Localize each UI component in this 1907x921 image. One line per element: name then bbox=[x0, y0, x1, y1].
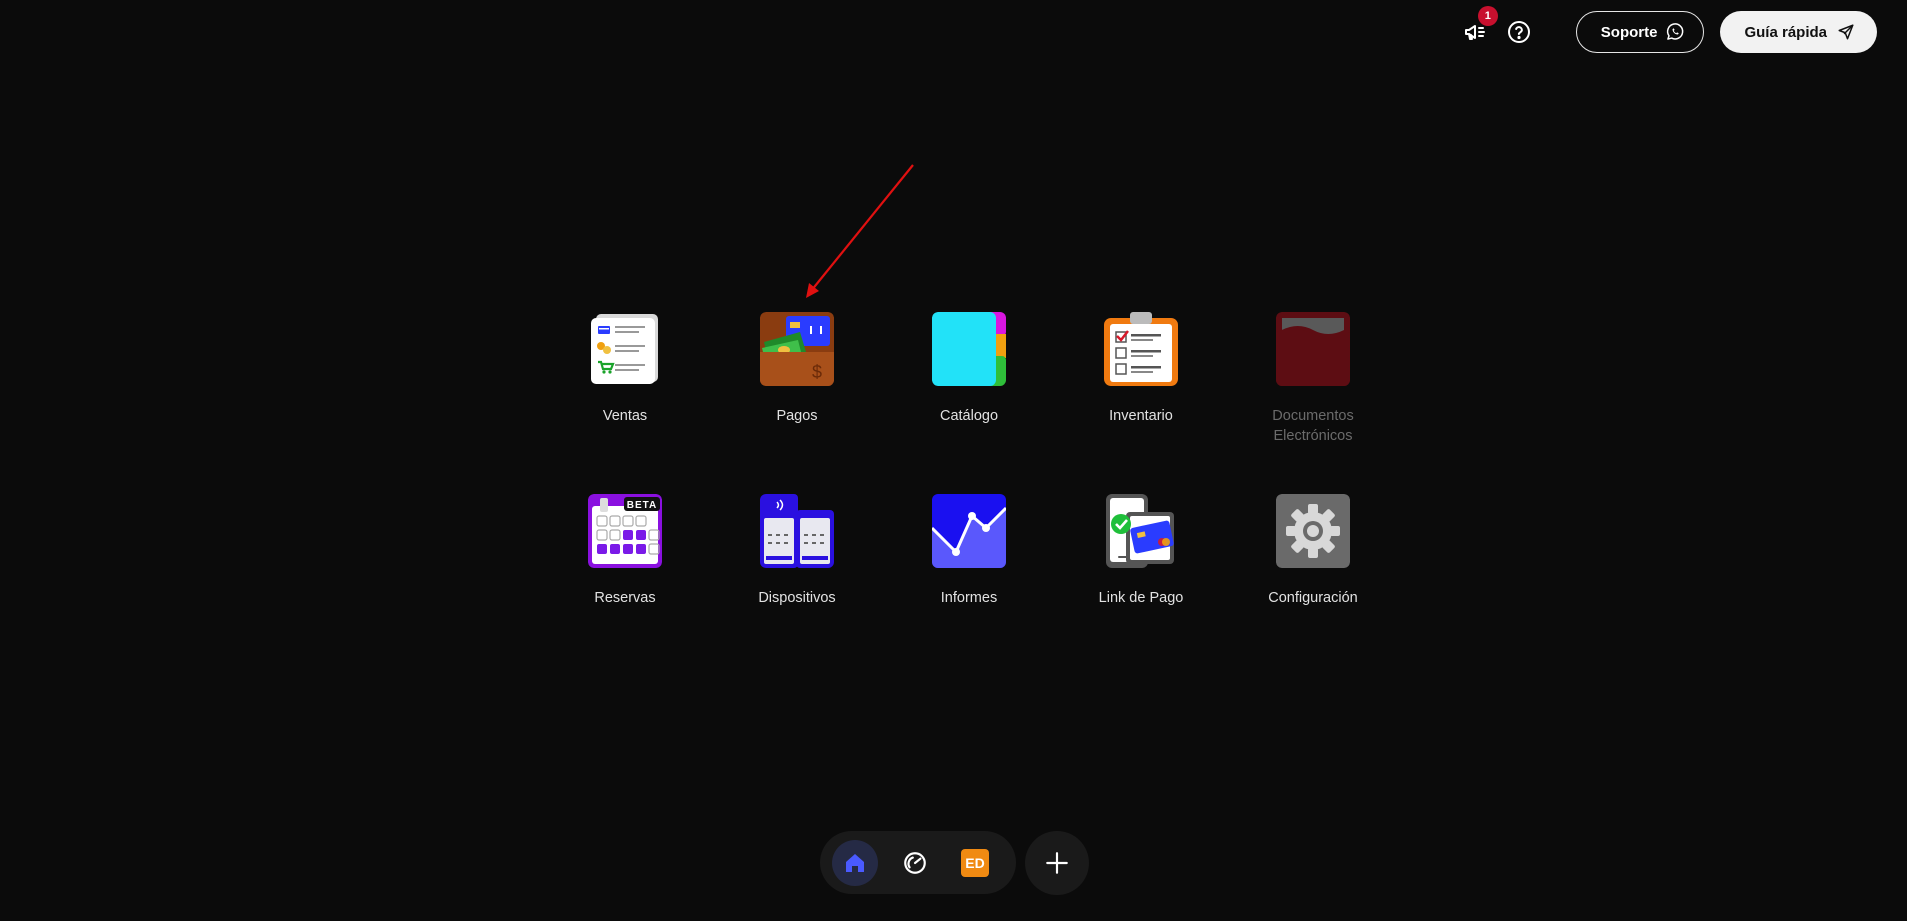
home-icon bbox=[846, 853, 864, 872]
app-tile-reservas[interactable]: BETA Reservas bbox=[539, 494, 711, 608]
app-tile-configuracion[interactable]: Configuración bbox=[1227, 494, 1399, 608]
app-label: Informes bbox=[940, 590, 998, 606]
sales-receipt-icon bbox=[588, 312, 662, 386]
quick-guide-label: Guía rápida bbox=[1744, 23, 1827, 41]
support-button[interactable]: Soporte bbox=[1575, 11, 1705, 53]
app-tile-ventas[interactable]: Ventas bbox=[539, 312, 711, 446]
app-label: Ventas bbox=[602, 408, 648, 424]
svg-text:$: $ bbox=[812, 362, 822, 382]
app-label: Pagos bbox=[776, 408, 818, 424]
speedometer-icon bbox=[904, 851, 926, 874]
dashboard-button[interactable] bbox=[892, 840, 938, 886]
whatsapp-icon bbox=[1667, 23, 1684, 40]
notification-badge: 1 bbox=[1477, 6, 1498, 26]
app-label: Configuración bbox=[1268, 590, 1358, 606]
plus-icon bbox=[1046, 852, 1068, 874]
app-tile-dispositivos[interactable]: Dispositivos bbox=[711, 494, 883, 608]
app-label: Reservas bbox=[594, 590, 656, 606]
gear-icon bbox=[1276, 494, 1350, 568]
app-tile-documentos-electronicos[interactable]: Documentos Electrónicos bbox=[1227, 312, 1399, 446]
help-button[interactable] bbox=[1502, 15, 1536, 49]
pos-device-icon bbox=[760, 494, 834, 568]
app-tile-link-de-pago[interactable]: Link de Pago bbox=[1055, 494, 1227, 608]
app-tile-catalogo[interactable]: Catálogo bbox=[883, 312, 1055, 446]
app-label: Link de Pago bbox=[1098, 590, 1184, 606]
app-grid: Ventas $ Pagos Catálogo Inventario Docum… bbox=[539, 312, 1399, 608]
document-folder-icon bbox=[1276, 312, 1350, 386]
bottom-dock: ED bbox=[820, 831, 1016, 894]
avatar: ED bbox=[961, 848, 989, 877]
announcements-button[interactable]: 1 bbox=[1458, 6, 1498, 49]
home-button[interactable] bbox=[832, 839, 878, 886]
app-label: Documentos Electrónicos bbox=[1272, 408, 1354, 444]
app-tile-inventario[interactable]: Inventario bbox=[1055, 312, 1227, 446]
app-tile-informes[interactable]: Informes bbox=[883, 494, 1055, 608]
catalog-icon bbox=[932, 312, 1006, 386]
support-label: Soporte bbox=[1600, 23, 1658, 41]
help-icon bbox=[1507, 21, 1530, 43]
phone-card-icon bbox=[1104, 494, 1178, 568]
wallet-icon: $ bbox=[760, 312, 834, 386]
calendar-icon: BETA bbox=[588, 494, 662, 568]
app-label: Dispositivos bbox=[758, 590, 836, 606]
quick-guide-button[interactable]: Guía rápida bbox=[1720, 11, 1877, 53]
add-button[interactable] bbox=[1025, 831, 1089, 895]
app-label: Catálogo bbox=[939, 408, 999, 424]
top-bar: 1 Soporte Guía rápida bbox=[1458, 6, 1877, 54]
profile-button[interactable]: ED bbox=[952, 840, 998, 886]
svg-text:BETA: BETA bbox=[627, 500, 657, 511]
app-label: Inventario bbox=[1109, 408, 1173, 424]
app-tile-pagos[interactable]: $ Pagos bbox=[711, 312, 883, 446]
clipboard-checklist-icon bbox=[1104, 312, 1178, 386]
rocket-icon bbox=[1838, 24, 1854, 40]
line-chart-icon bbox=[932, 494, 1006, 568]
